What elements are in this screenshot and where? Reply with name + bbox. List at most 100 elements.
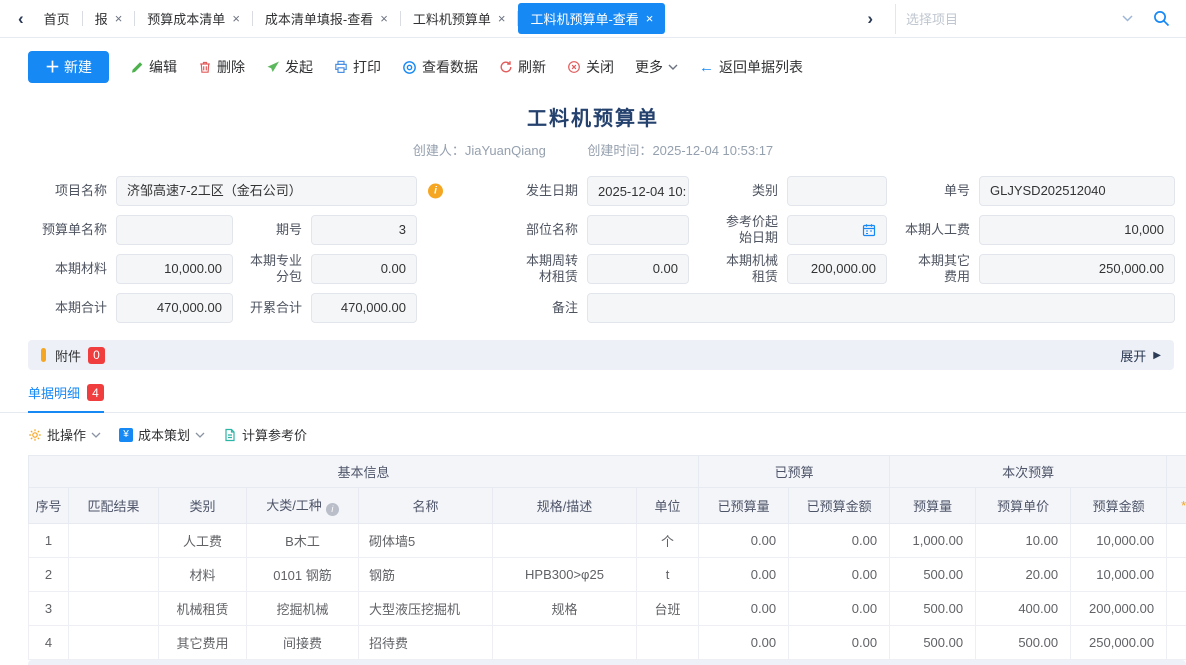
- occur-date-field[interactable]: 2025-12-04 10:: [587, 176, 689, 206]
- sub-fee-field[interactable]: 0.00: [311, 254, 417, 284]
- turnover-fee-field[interactable]: 0.00: [587, 254, 689, 284]
- pencil-icon: [130, 60, 144, 74]
- close-tab-icon[interactable]: ×: [498, 12, 506, 25]
- column-header-budget-qty: 预算量: [890, 488, 976, 524]
- cell-partial: [1167, 558, 1186, 592]
- tab-home[interactable]: 首页: [32, 3, 82, 34]
- project-name-field-wrap: 济邹高速7-2工区（金石公司） i: [116, 176, 417, 206]
- search-icon[interactable]: [1153, 10, 1170, 27]
- view-data-button[interactable]: 查看数据: [402, 57, 478, 77]
- cell-unit: 台班: [637, 592, 699, 626]
- budget-name-field[interactable]: [116, 215, 233, 245]
- material-fee-field[interactable]: 10,000.00: [116, 254, 233, 284]
- cell-budgeted-qty: 0.00: [699, 524, 789, 558]
- page-title: 工料机预算单: [0, 102, 1186, 131]
- cell-budget-price: 400.00: [976, 592, 1071, 626]
- edit-button[interactable]: 编辑: [130, 57, 177, 77]
- cell-budget-price: 10.00: [976, 524, 1071, 558]
- cell-unit: [637, 626, 699, 660]
- cell-budget-amount: 10,000.00: [1071, 524, 1167, 558]
- tab-label: 预算成本清单: [147, 9, 225, 28]
- cum-fee-field[interactable]: 470,000.00: [311, 293, 417, 323]
- tabs-scroll-right-icon[interactable]: ›: [859, 9, 881, 29]
- tab-truncated[interactable]: 报×: [83, 3, 135, 34]
- tab-glj-budget[interactable]: 工料机预算单×: [401, 3, 518, 34]
- cell-budget-amount: 200,000.00: [1071, 592, 1167, 626]
- print-button[interactable]: 打印: [334, 57, 381, 77]
- printer-icon: [334, 60, 348, 74]
- info-icon[interactable]: i: [428, 184, 443, 199]
- period-no-field[interactable]: 3: [311, 215, 417, 245]
- cell-spec: [493, 524, 637, 558]
- cost-plan-button[interactable]: ¥ 成本策划: [119, 425, 205, 444]
- category-field[interactable]: [787, 176, 887, 206]
- close-tab-icon[interactable]: ×: [232, 12, 240, 25]
- other-fee-field[interactable]: 250,000.00: [979, 254, 1175, 284]
- refresh-button[interactable]: 刷新: [499, 57, 546, 77]
- cell-seq: 3: [29, 592, 69, 626]
- attachment-bar[interactable]: 附件 0 展开 ▶: [28, 340, 1174, 370]
- attachment-label: 附件: [55, 346, 81, 365]
- project-name-field[interactable]: 济邹高速7-2工区（金石公司）: [116, 176, 417, 206]
- launch-button[interactable]: 发起: [266, 57, 313, 77]
- table-row[interactable]: 2 材料 0101 钢筋 钢筋 HPB300>φ25 t 0.00 0.00 5…: [29, 558, 1186, 592]
- calendar-icon: [862, 223, 876, 237]
- horizontal-scrollbar[interactable]: [28, 660, 1186, 665]
- close-circle-icon: [567, 60, 581, 74]
- top-tab-bar: ‹ 首页 报× 预算成本清单 × 成本清单填报-查看× 工料机预算单× 工料机预算…: [0, 0, 1186, 38]
- cell-budgeted-qty: 0.00: [699, 592, 789, 626]
- table-column-header-row: 序号 匹配结果 类别 大类/工种i 名称 规格/描述 单位 已预算量 已预算金额…: [29, 488, 1186, 524]
- other-fee-label: 本期其它 费用: [887, 254, 979, 284]
- triangle-right-icon: ▶: [1153, 350, 1161, 361]
- tab-glj-budget-view-active[interactable]: 工料机预算单-查看 ×: [518, 3, 665, 34]
- cell-budget-price: 20.00: [976, 558, 1071, 592]
- batch-operation-button[interactable]: 批操作: [28, 425, 101, 444]
- gear-icon: [28, 428, 42, 442]
- tab-label: 工料机预算单-查看: [530, 9, 638, 28]
- cell-match: [69, 558, 159, 592]
- close-tab-icon[interactable]: ×: [380, 12, 388, 25]
- batch-operations-row: 批操作 ¥ 成本策划 计算参考价: [28, 425, 1186, 444]
- part-name-field[interactable]: [587, 215, 689, 245]
- remark-field[interactable]: [587, 293, 1175, 323]
- period-no-label: 期号: [233, 215, 311, 245]
- close-tab-icon[interactable]: ×: [646, 12, 654, 25]
- machine-fee-field[interactable]: 200,000.00: [787, 254, 887, 284]
- cell-budgeted-amount: 0.00: [789, 524, 890, 558]
- tab-budget-cost-list[interactable]: 预算成本清单 ×: [135, 3, 252, 34]
- category-label: 类别: [689, 176, 787, 206]
- column-header-budget-amount: 预算金额: [1071, 488, 1167, 524]
- view-data-icon: [402, 60, 417, 75]
- tab-detail[interactable]: 单据明细 4: [28, 383, 104, 413]
- table-row[interactable]: 4 其它费用 间接费 招待费 0.00 0.00 500.00 500.00 2…: [29, 626, 1186, 660]
- close-button[interactable]: 关闭: [567, 57, 614, 77]
- cell-budgeted-amount: 0.00: [789, 592, 890, 626]
- cell-major-class: 间接费: [247, 626, 359, 660]
- close-tab-icon[interactable]: ×: [115, 12, 123, 25]
- calc-ref-price-button[interactable]: 计算参考价: [223, 425, 307, 444]
- table-row[interactable]: 1 人工费 B木工 砌体墙5 个 0.00 0.00 1,000.00 10.0…: [29, 524, 1186, 558]
- delete-button[interactable]: 删除: [198, 57, 245, 77]
- table-row[interactable]: 3 机械租赁 挖掘机械 大型液压挖掘机 规格 台班 0.00 0.00 500.…: [29, 592, 1186, 626]
- doc-no-label: 单号: [887, 176, 979, 206]
- cell-budgeted-amount: 0.00: [789, 558, 890, 592]
- cell-spec: [493, 626, 637, 660]
- doc-no-field[interactable]: GLJYSD202512040: [979, 176, 1175, 206]
- cell-name: 钢筋: [359, 558, 493, 592]
- project-select[interactable]: 选择项目: [895, 4, 1143, 34]
- tab-cost-list-fill-view[interactable]: 成本清单填报-查看×: [253, 3, 400, 34]
- info-icon[interactable]: i: [326, 503, 339, 516]
- tabs-scroll-left-icon[interactable]: ‹: [10, 9, 32, 29]
- labor-fee-field[interactable]: 10,000: [979, 215, 1175, 245]
- cell-major-class: 挖掘机械: [247, 592, 359, 626]
- cell-major-class: B木工: [247, 524, 359, 558]
- tab-strip: 首页 报× 预算成本清单 × 成本清单填报-查看× 工料机预算单× 工料机预算单-…: [32, 3, 666, 34]
- total-fee-field[interactable]: 470,000.00: [116, 293, 233, 323]
- more-button[interactable]: 更多: [635, 57, 678, 77]
- back-to-list-button[interactable]: ← 返回单据列表: [699, 57, 803, 77]
- new-button[interactable]: ＋ 新建: [28, 51, 109, 83]
- group-basic-info: 基本信息: [29, 456, 699, 488]
- expand-button[interactable]: 展开 ▶: [1120, 346, 1161, 365]
- arrow-left-icon: ←: [699, 59, 714, 76]
- ref-price-start-field[interactable]: [787, 215, 887, 245]
